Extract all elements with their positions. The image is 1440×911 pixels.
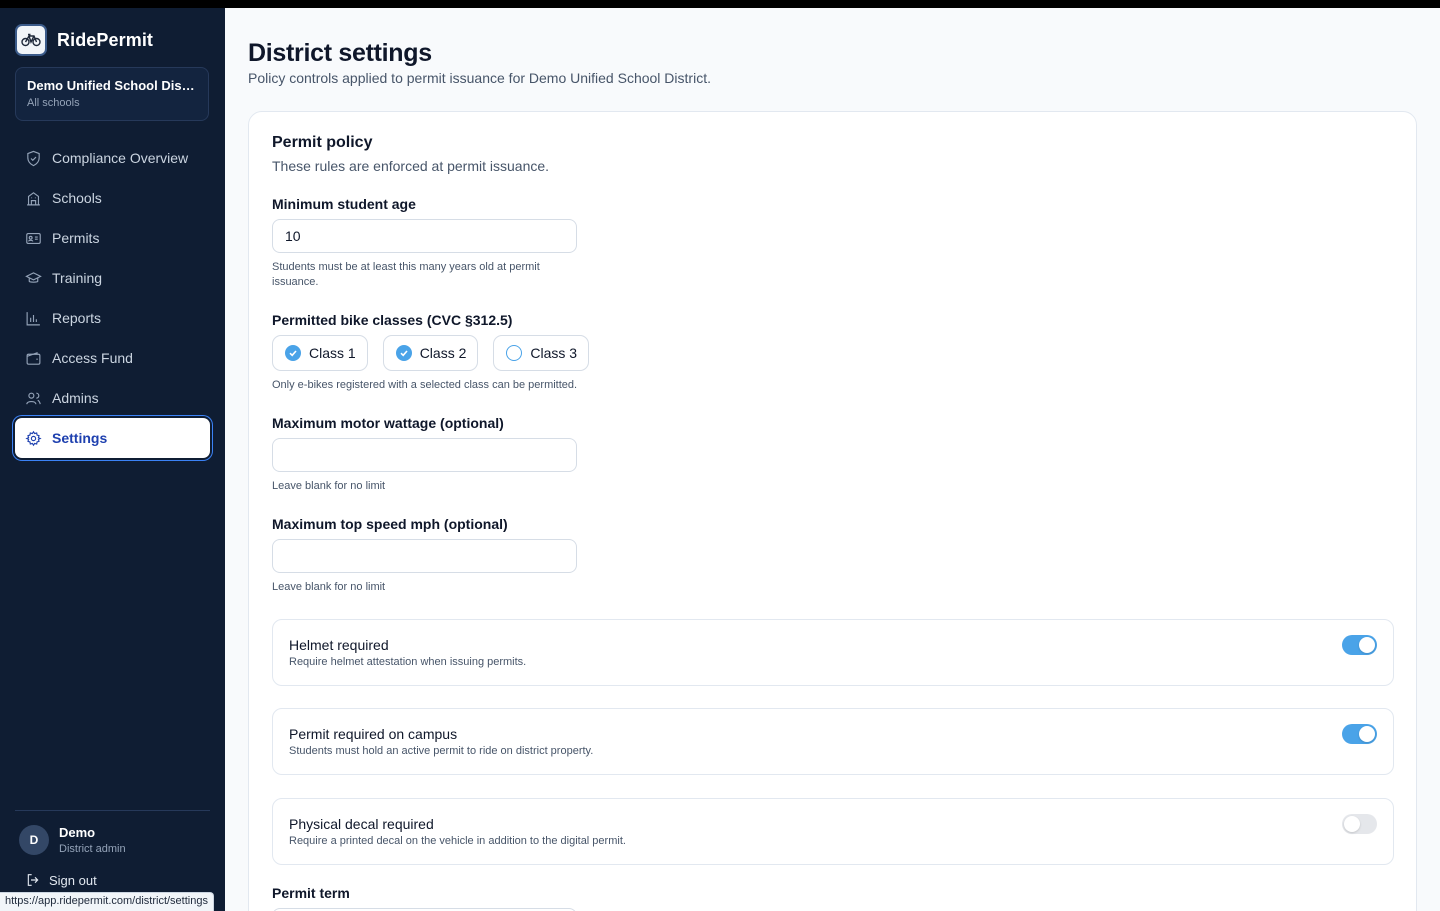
check-icon bbox=[395, 345, 412, 361]
max-wattage-help: Leave blank for no limit bbox=[272, 480, 386, 492]
sidebar-item-schools[interactable]: Schools bbox=[15, 178, 210, 218]
sidebar-item-access-fund[interactable]: Access Fund bbox=[15, 338, 210, 378]
toggle-knob bbox=[1359, 637, 1375, 653]
class-3-checkbox[interactable]: Class 3 bbox=[493, 335, 590, 371]
user-profile[interactable]: D Demo District admin bbox=[19, 825, 126, 855]
user-role: District admin bbox=[59, 843, 126, 855]
sidebar-divider bbox=[15, 810, 210, 811]
class-label: Class 3 bbox=[530, 345, 578, 361]
bike-classes-label: Permitted bike classes (CVC §312.5) bbox=[272, 312, 513, 328]
sidebar-item-admins[interactable]: Admins bbox=[15, 378, 210, 418]
toggle-title: Permit required on campus bbox=[289, 726, 458, 742]
max-speed-label: Maximum top speed mph (optional) bbox=[272, 516, 508, 532]
sidebar: RidePermit Demo Unified School District … bbox=[0, 8, 225, 911]
sidebar-item-label: Permits bbox=[52, 230, 100, 246]
check-icon bbox=[285, 345, 301, 361]
brand[interactable]: RidePermit bbox=[15, 24, 153, 56]
sidebar-item-label: Training bbox=[52, 270, 103, 286]
sidebar-item-settings[interactable]: Settings bbox=[15, 418, 210, 458]
class-2-checkbox[interactable]: Class 2 bbox=[382, 335, 479, 371]
sidebar-item-label: Access Fund bbox=[52, 350, 133, 366]
toggle-title: Helmet required bbox=[289, 637, 389, 653]
section-title: Permit policy bbox=[272, 134, 373, 151]
gear-icon bbox=[25, 430, 42, 446]
app-name: RidePermit bbox=[57, 29, 154, 50]
sidebar-item-label: Compliance Overview bbox=[52, 150, 189, 166]
sidebar-item-label: Reports bbox=[52, 310, 102, 326]
max-speed-input[interactable] bbox=[272, 539, 577, 573]
building-icon bbox=[27, 191, 40, 205]
shield-icon bbox=[27, 150, 40, 166]
class-label: Class 1 bbox=[309, 345, 356, 361]
min-age-label: Minimum student age bbox=[272, 196, 416, 212]
decal-required-row: Physical decal required Require a printe… bbox=[272, 798, 1394, 865]
helmet-required-row: Helmet required Require helmet attestati… bbox=[272, 619, 1394, 686]
sidebar-nav: Compliance Overview Schools Permits Trai… bbox=[15, 138, 210, 458]
permit-required-row: Permit required on campus Students must … bbox=[272, 708, 1394, 775]
toggle-description: Require a printed decal on the vehicle i… bbox=[289, 835, 626, 847]
bike-class-options: Class 1 Class 2 Class 3 bbox=[272, 335, 590, 371]
sign-out-icon bbox=[27, 874, 39, 886]
sidebar-item-label: Admins bbox=[52, 390, 99, 406]
toggle-title: Physical decal required bbox=[289, 816, 434, 832]
status-bar-url: https://app.ridepermit.com/district/sett… bbox=[0, 892, 214, 911]
min-age-help: Students must be at least this many year… bbox=[272, 261, 540, 288]
sidebar-item-reports[interactable]: Reports bbox=[15, 298, 210, 338]
page-title: District settings bbox=[248, 39, 432, 67]
empty-circle-icon bbox=[506, 345, 523, 361]
permit-term-label: Permit term bbox=[272, 885, 350, 901]
id-card-icon bbox=[26, 232, 41, 244]
decal-required-toggle[interactable] bbox=[1342, 814, 1377, 834]
sidebar-item-permits[interactable]: Permits bbox=[15, 218, 210, 258]
max-wattage-label: Maximum motor wattage (optional) bbox=[272, 415, 504, 431]
district-scope: All schools bbox=[27, 97, 80, 109]
max-wattage-input[interactable] bbox=[272, 438, 577, 472]
bike-classes-help: Only e-bikes registered with a selected … bbox=[272, 379, 578, 391]
user-name: Demo bbox=[59, 825, 96, 840]
sidebar-item-training[interactable]: Training bbox=[15, 258, 210, 298]
main-content: District settings Policy controls applie… bbox=[225, 8, 1440, 911]
toggle-description: Require helmet attestation when issuing … bbox=[289, 656, 527, 668]
bar-chart-icon bbox=[26, 311, 40, 325]
helmet-required-toggle[interactable] bbox=[1342, 635, 1377, 655]
permit-policy-card: Permit policy These rules are enforced a… bbox=[248, 111, 1417, 911]
browser-top-bar bbox=[0, 0, 1440, 8]
district-switcher[interactable]: Demo Unified School District All schools bbox=[15, 67, 209, 121]
sign-out-label: Sign out bbox=[49, 872, 97, 888]
max-speed-help: Leave blank for no limit bbox=[272, 581, 386, 593]
toggle-description: Students must hold an active permit to r… bbox=[289, 745, 594, 757]
district-name: Demo Unified School District bbox=[27, 78, 197, 93]
graduation-cap-icon bbox=[25, 271, 42, 283]
users-icon bbox=[26, 392, 41, 404]
toggle-knob bbox=[1359, 726, 1375, 742]
sidebar-item-label: Settings bbox=[52, 430, 108, 446]
avatar: D bbox=[19, 825, 49, 855]
permit-required-toggle[interactable] bbox=[1342, 724, 1377, 744]
wallet-icon bbox=[26, 351, 41, 365]
toggle-knob bbox=[1344, 816, 1360, 832]
page-subtitle: Policy controls applied to permit issuan… bbox=[248, 70, 711, 86]
sidebar-item-label: Schools bbox=[52, 190, 102, 206]
section-subtitle: These rules are enforced at permit issua… bbox=[272, 158, 550, 174]
min-age-input[interactable] bbox=[272, 219, 577, 253]
bike-logo-icon bbox=[15, 24, 47, 56]
sign-out-button[interactable]: Sign out bbox=[25, 872, 97, 888]
sidebar-item-compliance-overview[interactable]: Compliance Overview bbox=[15, 138, 210, 178]
class-1-checkbox[interactable]: Class 1 bbox=[272, 335, 368, 371]
class-label: Class 2 bbox=[419, 345, 467, 361]
